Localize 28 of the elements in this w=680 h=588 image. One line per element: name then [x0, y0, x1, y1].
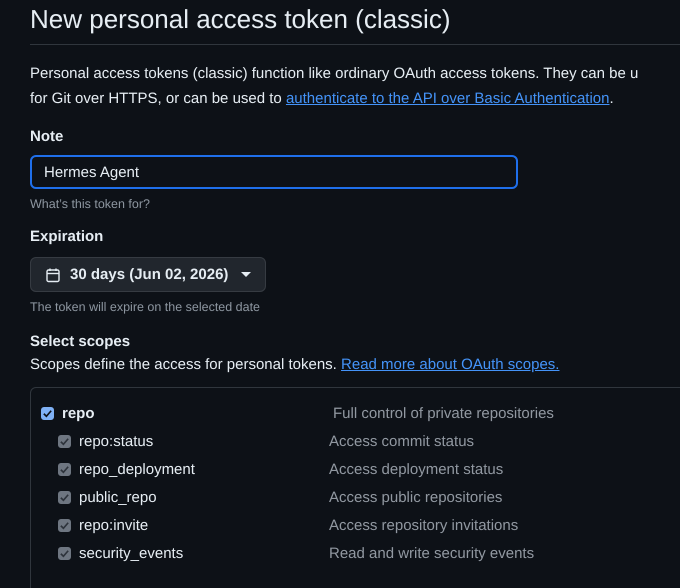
api-auth-link[interactable]: authenticate to the API over Basic Authentication: [286, 90, 610, 107]
scope-name: repo: [62, 404, 96, 422]
scope-description: Access deployment status: [329, 460, 504, 478]
scope-description: Access repository invitations: [329, 516, 518, 534]
caret-icon: [241, 272, 252, 278]
scopes-description: Scopes define the access for personal tokens. Read more about OAuth scopes.: [30, 355, 560, 375]
scope-description: Full control of private repositories: [333, 404, 554, 422]
calendar-icon: [45, 266, 61, 282]
oauth-scopes-link[interactable]: Read more about OAuth scopes.: [341, 356, 560, 373]
hint-text: The token will expire on the selected date: [30, 300, 261, 314]
field-label: Note: [30, 127, 64, 147]
section-label: Select scopes: [30, 332, 132, 352]
field-label: Expiration: [30, 227, 104, 247]
hint-text: What’s this token for?: [30, 197, 151, 211]
scope-description: Access public repositories: [329, 488, 502, 506]
checkbox[interactable]: [41, 406, 54, 420]
description-text: for Git over HTTPS, or can be used to authenticate to the API over Basic Authentication.: [30, 89, 615, 109]
scope-description: Read and write security events: [329, 544, 534, 562]
page-title: New personal access token (classic): [30, 3, 452, 35]
scope-name: security_events: [79, 544, 184, 562]
scope-name: public_repo: [79, 488, 158, 506]
scope-name: repo:invite: [79, 516, 150, 534]
scope-description: Access commit status: [329, 432, 474, 450]
note-field[interactable]: Hermes Agent: [30, 155, 518, 189]
expiration-dropdown[interactable]: 30 days (Jun 02, 2026): [30, 257, 266, 292]
scope-name: repo_deployment: [79, 460, 196, 478]
scope-name: repo:status: [79, 432, 154, 450]
description-text: Personal access tokens (classic) function like ordinary OAuth access tokens. They can be u: [30, 64, 640, 84]
